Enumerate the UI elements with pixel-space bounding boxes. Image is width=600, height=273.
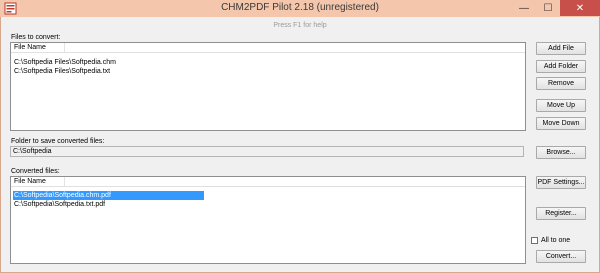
minimize-button[interactable]: — <box>512 0 536 16</box>
list-item-selected[interactable]: C:\Softpedia\Softpedia.chm.pdf <box>13 191 204 200</box>
minimize-icon: — <box>519 2 529 14</box>
help-hint: Press F1 for help <box>273 22 327 29</box>
add-file-button[interactable]: Add File <box>536 42 586 55</box>
converted-files-list[interactable]: File Name C:\Softpedia\Softpedia.chm.pdf… <box>10 176 526 264</box>
column-separator[interactable] <box>64 43 65 52</box>
folder-label: Folder to save converted files: <box>11 138 105 145</box>
move-down-button[interactable]: Move Down <box>536 117 586 130</box>
move-up-button[interactable]: Move Up <box>536 99 586 112</box>
column-separator[interactable] <box>64 177 65 186</box>
window-title: CHM2PDF Pilot 2.18 (unregistered) <box>221 2 379 13</box>
converted-list-header[interactable]: File Name <box>11 177 525 187</box>
maximize-icon: ☐ <box>543 2 553 14</box>
list-item[interactable]: C:\Softpedia Files\Softpedia.txt <box>13 67 110 76</box>
files-list-header[interactable]: File Name <box>11 43 525 53</box>
converted-files-label: Converted files: <box>11 168 60 175</box>
register-button[interactable]: Register... <box>536 207 586 220</box>
maximize-button[interactable]: ☐ <box>536 0 560 16</box>
file-name-column-header[interactable]: File Name <box>14 178 46 185</box>
close-icon: ✕ <box>575 2 585 14</box>
add-folder-button[interactable]: Add Folder <box>536 60 586 73</box>
browse-button[interactable]: Browse... <box>536 146 586 159</box>
list-item[interactable]: C:\Softpedia\Softpedia.txt.pdf <box>13 200 105 209</box>
close-button[interactable]: ✕ <box>560 0 600 16</box>
files-to-convert-label: Files to convert: <box>11 34 61 41</box>
file-name-column-header[interactable]: File Name <box>14 44 46 51</box>
list-item[interactable]: C:\Softpedia Files\Softpedia.chm <box>13 58 116 67</box>
convert-button[interactable]: Convert... <box>536 250 586 263</box>
all-to-one-label[interactable]: All to one <box>541 237 570 244</box>
files-to-convert-list[interactable]: File Name C:\Softpedia Files\Softpedia.c… <box>10 42 526 131</box>
remove-button[interactable]: Remove <box>536 77 586 90</box>
pdf-settings-button[interactable]: PDF Settings... <box>536 176 586 189</box>
title-bar[interactable]: CHM2PDF Pilot 2.18 (unregistered) — ☐ ✕ <box>0 0 600 18</box>
folder-path-field[interactable]: C:\Softpedia <box>10 146 524 157</box>
all-to-one-checkbox[interactable] <box>531 237 538 244</box>
